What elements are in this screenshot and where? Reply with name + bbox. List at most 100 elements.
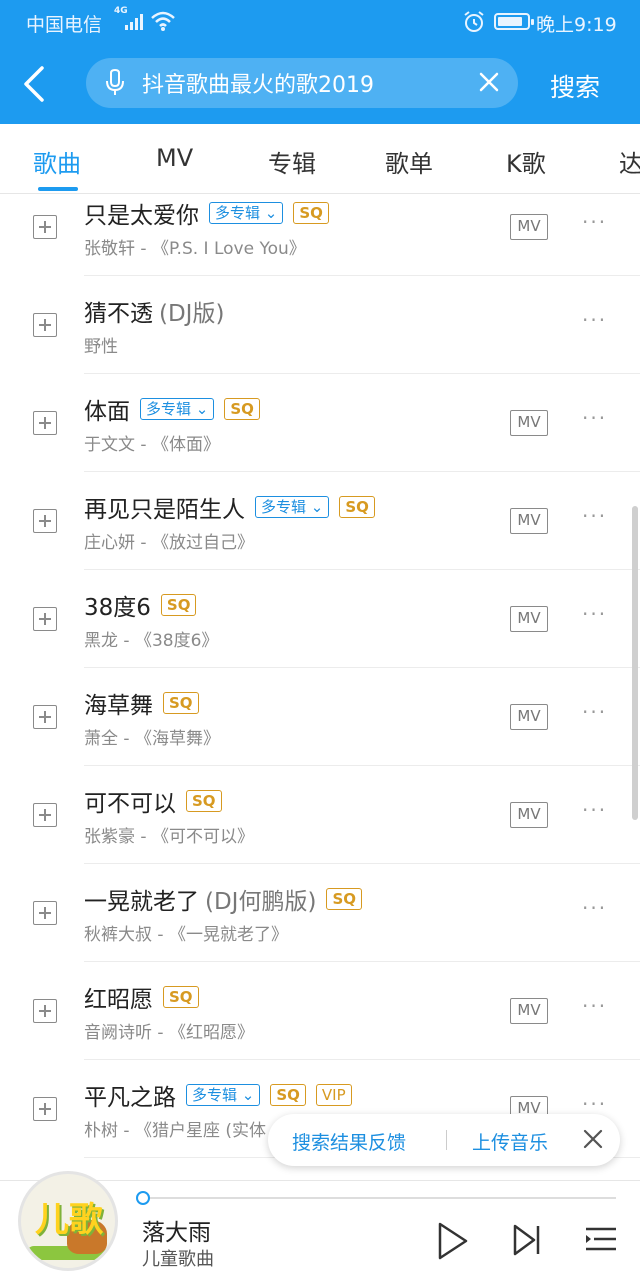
sq-badge: SQ <box>163 692 199 714</box>
more-options-button[interactable]: ··· <box>582 1092 607 1116</box>
vip-badge: VIP <box>315 1084 352 1106</box>
more-options-button[interactable]: ··· <box>582 700 607 724</box>
back-arrow-icon[interactable] <box>18 64 52 104</box>
song-version: (DJ版) <box>159 301 225 327</box>
status-bar: 中国电信 4G 晚上9:19 <box>0 0 640 44</box>
song-title: 一晃就老了 <box>84 889 199 915</box>
song-subtitle: 庄心妍 - 《放过自己》 <box>84 533 254 553</box>
active-tab-indicator <box>38 187 78 191</box>
next-track-icon[interactable] <box>512 1223 542 1257</box>
tab-playlists[interactable]: 歌单 <box>385 144 433 179</box>
song-title: 平凡之路 <box>84 1085 176 1111</box>
sq-badge: SQ <box>160 594 197 616</box>
progress-knob[interactable] <box>136 1191 150 1205</box>
sq-badge: SQ <box>293 202 329 224</box>
add-to-playlist-button[interactable] <box>33 705 57 729</box>
more-options-button[interactable]: ··· <box>582 896 607 920</box>
scrollbar[interactable] <box>632 506 638 820</box>
song-subtitle: 秋裤大叔 - 《一晃就老了》 <box>84 925 288 945</box>
song-row[interactable]: 再见只是陌生人 多专辑 ⌄ SQ 庄心妍 - 《放过自己》 MV ··· <box>0 472 640 570</box>
more-options-button[interactable]: ··· <box>582 994 607 1018</box>
add-to-playlist-button[interactable] <box>33 803 57 827</box>
song-version: (DJ何鹏版) <box>205 889 317 915</box>
carrier-label: 中国电信 <box>26 14 103 36</box>
multi-album-badge[interactable]: 多专辑 ⌄ <box>209 202 284 224</box>
song-subtitle: 张敬轩 - 《P.S. I Love You》 <box>84 239 306 259</box>
battery-icon <box>494 13 534 30</box>
song-subtitle: 音阙诗听 - 《红昭愿》 <box>84 1023 254 1043</box>
mv-button[interactable]: MV <box>510 802 548 828</box>
feedback-pill: 搜索结果反馈 上传音乐 <box>268 1114 620 1166</box>
song-row[interactable]: 可不可以 SQ 张紫豪 - 《可不可以》 MV ··· <box>0 766 640 864</box>
song-row[interactable]: 一晃就老了 (DJ何鹏版) SQ 秋裤大叔 - 《一晃就老了》 ··· <box>0 864 640 962</box>
more-options-button[interactable]: ··· <box>582 798 607 822</box>
song-subtitle: 于文文 - 《体面》 <box>84 435 220 455</box>
close-icon[interactable] <box>582 1128 604 1150</box>
add-to-playlist-button[interactable] <box>33 607 57 631</box>
song-title: 38度6 <box>84 595 151 621</box>
more-options-button[interactable]: ··· <box>582 406 607 430</box>
wifi-icon <box>151 11 175 31</box>
song-title: 可不可以 <box>84 791 176 817</box>
song-row[interactable]: 猜不透 (DJ版) 野性 ··· <box>0 276 640 374</box>
more-options-button[interactable]: ··· <box>582 308 607 332</box>
add-to-playlist-button[interactable] <box>33 509 57 533</box>
song-row[interactable]: 红昭愿 SQ 音阙诗听 - 《红昭愿》 MV ··· <box>0 962 640 1060</box>
album-art[interactable]: 儿歌 <box>18 1171 118 1271</box>
song-title: 猜不透 <box>84 301 153 327</box>
more-options-button[interactable]: ··· <box>582 504 607 528</box>
search-feedback-link[interactable]: 搜索结果反馈 <box>292 1128 406 1155</box>
add-to-playlist-button[interactable] <box>33 1097 57 1121</box>
song-list: 只是太爱你 多专辑 ⌄ SQ 张敬轩 - 《P.S. I Love You》 M… <box>0 194 640 1180</box>
clear-search-icon[interactable] <box>478 71 500 93</box>
mv-button[interactable]: MV <box>510 704 548 730</box>
tab-albums[interactable]: 专辑 <box>268 144 316 179</box>
clock-time: 晚上9:19 <box>536 14 617 36</box>
song-title: 红昭愿 <box>84 987 153 1013</box>
tab-karaoke[interactable]: K歌 <box>506 144 546 179</box>
song-row[interactable]: 只是太爱你 多专辑 ⌄ SQ 张敬轩 - 《P.S. I Love You》 M… <box>0 194 640 276</box>
result-tabs: 歌曲 MV 专辑 歌单 K歌 达 <box>0 124 640 194</box>
mv-button[interactable]: MV <box>510 606 548 632</box>
song-title: 再见只是陌生人 <box>84 497 245 523</box>
now-playing-title[interactable]: 落大雨 <box>142 1213 211 1247</box>
multi-album-badge[interactable]: 多专辑 ⌄ <box>140 398 215 420</box>
song-row[interactable]: 体面 多专辑 ⌄ SQ 于文文 - 《体面》 MV ··· <box>0 374 640 472</box>
search-button[interactable]: 搜索 <box>550 68 600 104</box>
mv-button[interactable]: MV <box>510 214 548 240</box>
add-to-playlist-button[interactable] <box>33 901 57 925</box>
playlist-icon[interactable] <box>584 1225 618 1257</box>
song-subtitle: 黑龙 - 《38度6》 <box>84 631 219 651</box>
play-icon[interactable] <box>436 1221 470 1261</box>
song-row[interactable]: 38度6 SQ 黑龙 - 《38度6》 MV ··· <box>0 570 640 668</box>
now-playing-artist[interactable]: 儿童歌曲 <box>142 1245 214 1271</box>
mini-player[interactable]: 儿歌 落大雨 儿童歌曲 <box>0 1171 640 1280</box>
more-options-button[interactable]: ··· <box>582 210 607 234</box>
add-to-playlist-button[interactable] <box>33 411 57 435</box>
voice-search-icon[interactable] <box>102 69 130 97</box>
sq-badge: SQ <box>270 1084 306 1106</box>
tab-mv[interactable]: MV <box>156 144 193 172</box>
add-to-playlist-button[interactable] <box>33 999 57 1023</box>
add-to-playlist-button[interactable] <box>33 215 57 239</box>
mv-button[interactable]: MV <box>510 998 548 1024</box>
tab-songs[interactable]: 歌曲 <box>33 144 81 179</box>
album-art-text: 儿歌 <box>35 1200 103 1240</box>
search-box[interactable] <box>86 58 518 108</box>
tab-more[interactable]: 达 <box>619 144 640 179</box>
add-to-playlist-button[interactable] <box>33 313 57 337</box>
multi-album-badge[interactable]: 多专辑 ⌄ <box>186 1084 261 1106</box>
song-subtitle: 朴树 - 《猎户星座 (实体 <box>84 1121 266 1141</box>
progress-track[interactable] <box>142 1197 616 1199</box>
upload-music-link[interactable]: 上传音乐 <box>472 1128 548 1155</box>
alarm-icon <box>464 11 484 32</box>
mv-button[interactable]: MV <box>510 410 548 436</box>
multi-album-badge[interactable]: 多专辑 ⌄ <box>255 496 330 518</box>
sq-badge: SQ <box>186 790 222 812</box>
song-row[interactable]: 海草舞 SQ 萧全 - 《海草舞》 MV ··· <box>0 668 640 766</box>
sq-badge: SQ <box>339 496 375 518</box>
mv-button[interactable]: MV <box>510 508 548 534</box>
search-input[interactable] <box>142 66 462 100</box>
song-subtitle: 张紫豪 - 《可不可以》 <box>84 827 254 847</box>
more-options-button[interactable]: ··· <box>582 602 607 626</box>
